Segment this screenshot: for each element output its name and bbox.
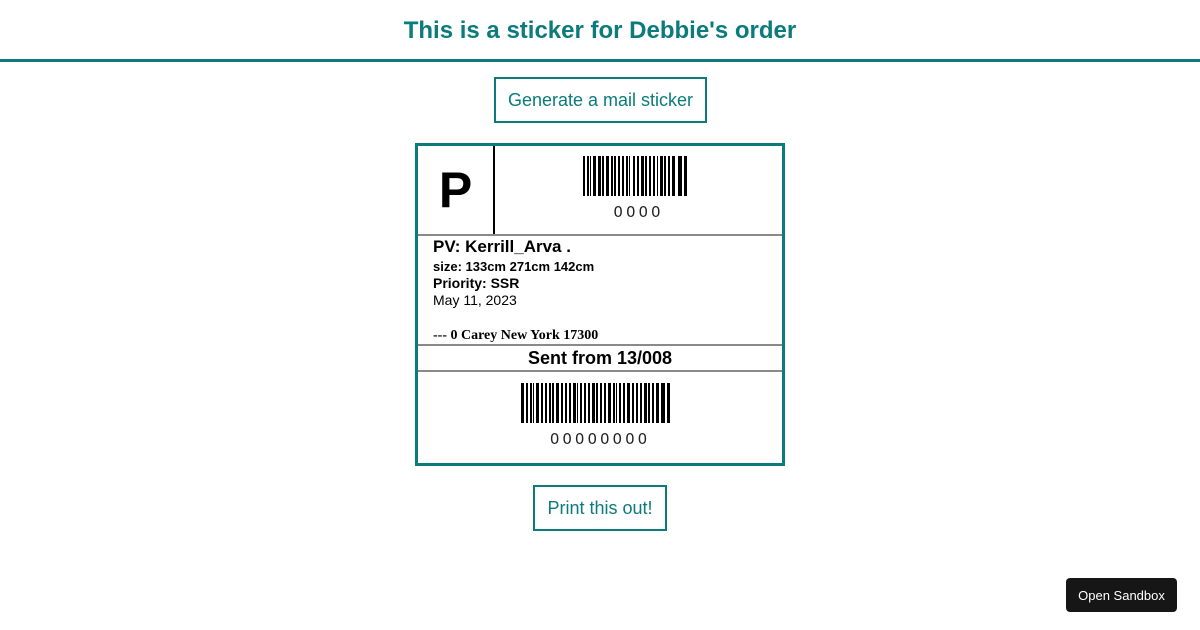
barcode-bar [526, 383, 528, 423]
open-sandbox-button[interactable]: Open Sandbox [1066, 578, 1177, 612]
barcode-bar [606, 156, 609, 196]
barcode-bar [613, 383, 615, 423]
barcode-bar [561, 383, 563, 423]
mail-sticker: P 0000 PV: Kerrill_Arva . size: 133cm 27… [415, 143, 785, 466]
barcode-bar [602, 156, 604, 196]
barcode-bar [545, 383, 547, 423]
sticker-top-row: P 0000 [418, 146, 782, 236]
generate-sticker-button[interactable]: Generate a mail sticker [494, 77, 707, 123]
barcode-bar [587, 156, 589, 196]
street-address: --- 0 Carey New York 17300 [433, 328, 599, 343]
package-size: size: 133cm 271cm 142cm [433, 259, 595, 274]
barcode-bar [664, 156, 666, 196]
barcode-bar [577, 383, 578, 423]
barcode-bar [600, 383, 602, 423]
barcode-bar [590, 156, 591, 196]
barcode-bar [632, 383, 634, 423]
barcode-bar [684, 156, 687, 196]
priority-letter: P [418, 146, 495, 234]
barcode-bar [623, 383, 625, 423]
barcode-bar [667, 383, 670, 423]
barcode-bar [556, 383, 559, 423]
barcode-bar [661, 383, 665, 423]
barcode-bar [636, 383, 638, 423]
barcode-bar [569, 383, 571, 423]
barcode-bar [645, 156, 647, 196]
barcode-bar [640, 383, 642, 423]
barcode-bar [565, 383, 567, 423]
page-header: This is a sticker for Debbie's order [0, 0, 1200, 62]
barcode-bar [604, 383, 606, 423]
barcode-bar [573, 383, 576, 423]
barcode-bar [637, 156, 639, 196]
barcode-bar [648, 383, 650, 423]
barcode-bar [644, 383, 647, 423]
barcode-bar [611, 156, 613, 196]
barcode-bar [592, 383, 595, 423]
order-date: May 11, 2023 [433, 292, 517, 308]
page-title: This is a sticker for Debbie's order [403, 16, 797, 44]
barcode-bar [614, 156, 616, 196]
barcode-bar [629, 156, 630, 196]
barcode-bar [530, 383, 532, 423]
barcode-bar [593, 156, 596, 196]
barcode-bar [580, 383, 582, 423]
barcode-bar [633, 156, 635, 196]
barcode-bar [588, 383, 590, 423]
bottom-barcode-number: 00000000 [549, 430, 651, 448]
barcode-bar [656, 383, 659, 423]
barcode-bar [652, 383, 654, 423]
barcode-bar [641, 156, 644, 196]
barcode-bar [653, 156, 655, 196]
priority-level: Priority: SSR [433, 275, 520, 291]
barcode-bar [619, 383, 621, 423]
barcode-bar [678, 156, 682, 196]
barcode-bar [616, 383, 617, 423]
barcode-bar [552, 383, 554, 423]
barcode-bar [541, 383, 543, 423]
barcode-bar [668, 156, 670, 196]
barcode-bar [626, 156, 628, 196]
barcode-bar [536, 383, 539, 423]
barcode-bar [584, 383, 586, 423]
barcode-bar [608, 383, 611, 423]
barcode-bar [627, 383, 630, 423]
barcode-bar [598, 156, 601, 196]
barcode-bar [521, 383, 524, 423]
barcode-bar [657, 156, 658, 196]
barcode-bar [660, 156, 663, 196]
barcode-bar [583, 156, 585, 196]
bottom-barcode [521, 383, 670, 423]
barcode-bar [549, 383, 551, 423]
barcode-bar [649, 156, 651, 196]
barcode-bar [622, 156, 624, 196]
barcode-bar [672, 156, 675, 196]
barcode-bar [618, 156, 620, 196]
print-button[interactable]: Print this out! [533, 485, 667, 531]
sent-from: Sent from 13/008 [418, 344, 782, 372]
barcode-bar [596, 383, 598, 423]
top-barcode-number: 0000 [613, 203, 664, 221]
top-barcode [583, 156, 687, 196]
recipient-name: PV: Kerrill_Arva . [433, 237, 571, 256]
address-block: PV: Kerrill_Arva . size: 133cm 271cm 142… [433, 237, 773, 309]
barcode-bar [533, 383, 534, 423]
